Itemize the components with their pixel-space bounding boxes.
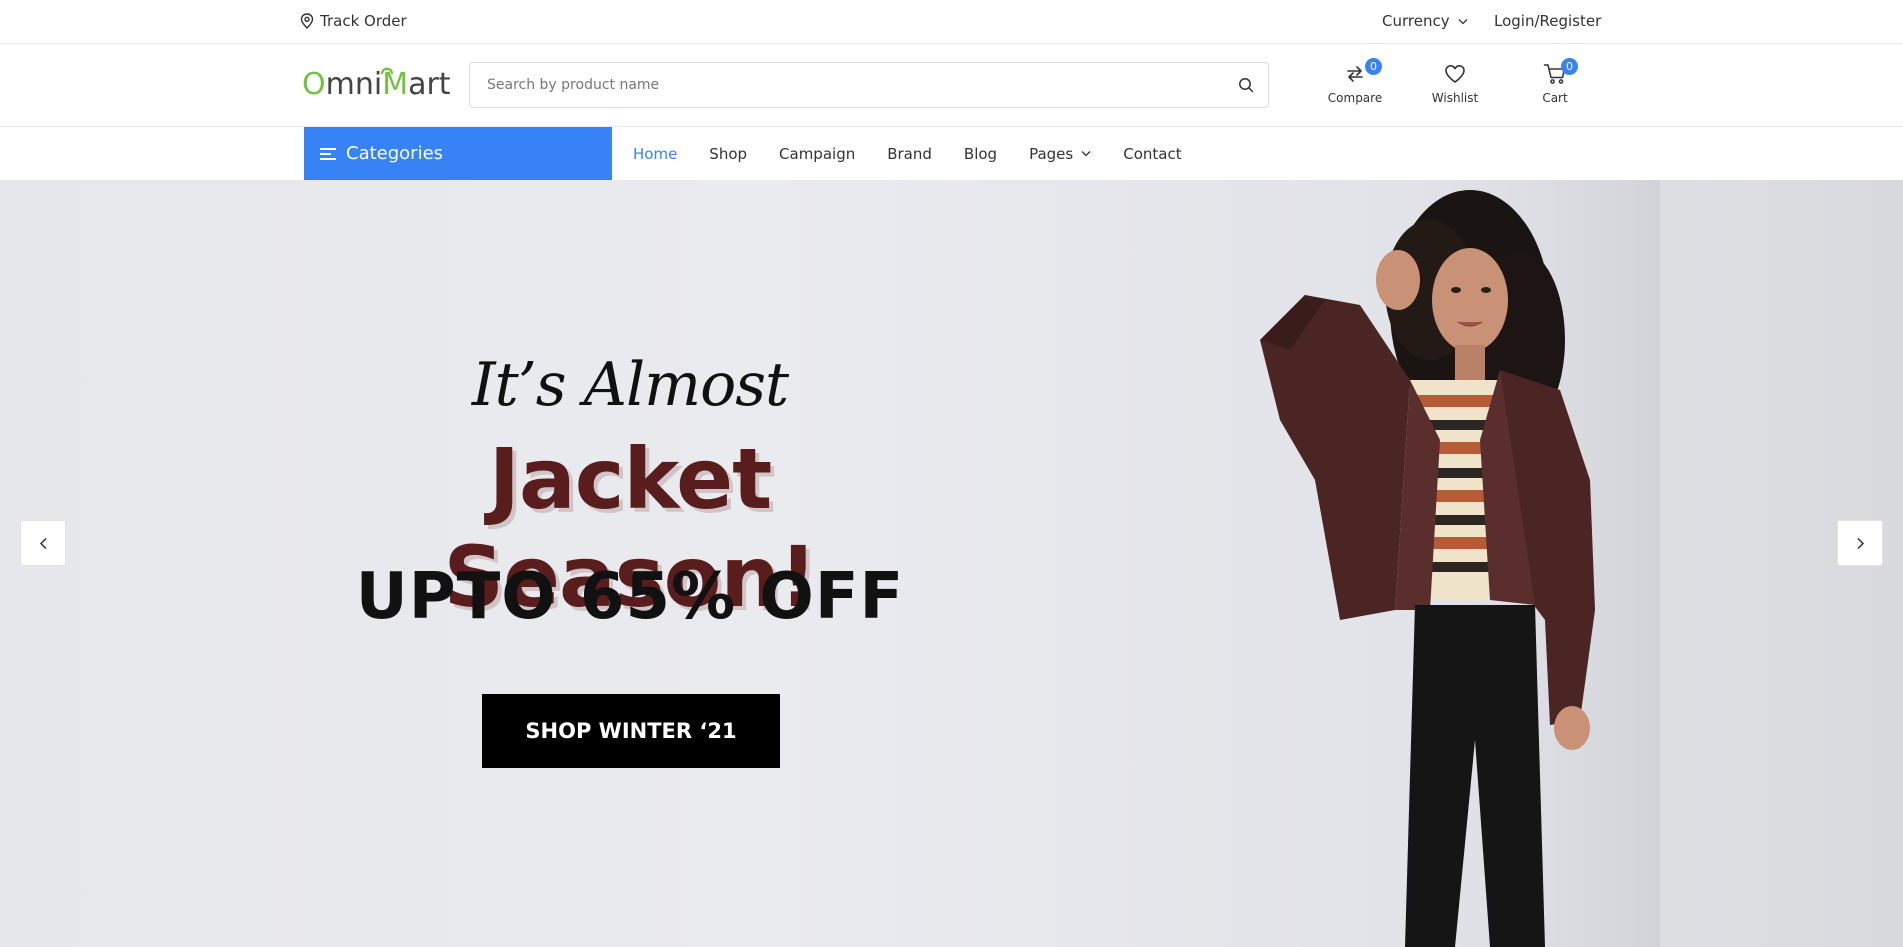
track-order-link[interactable]: Track Order: [300, 0, 407, 42]
search-icon: [1239, 78, 1254, 93]
cart-button[interactable]: 0 Cart: [1515, 58, 1595, 105]
search-input[interactable]: [470, 63, 1224, 107]
nav-item-home[interactable]: Home: [633, 145, 677, 163]
shop-now-button[interactable]: SHOP WINTER ‘21: [482, 694, 780, 768]
nav-item-pages-label: Pages: [1029, 144, 1074, 163]
logo-letter-o: O: [302, 67, 326, 102]
main-navigation: Categories Home Shop Campaign Brand Blog…: [0, 127, 1903, 180]
menu-lines-icon: [320, 147, 336, 160]
chevron-right-icon: [1856, 537, 1864, 549]
hero-slider: It’s Almost Jacket Season! UPTO 65% OFF …: [0, 180, 1903, 947]
nav-item-blog-label: Blog: [963, 144, 998, 163]
nav-item-blog[interactable]: Blog: [964, 145, 997, 163]
hero-discount-text: UPTO 65% OFF: [355, 560, 905, 634]
compare-button[interactable]: 0 Compare: [1315, 58, 1395, 105]
wishlist-button[interactable]: Wishlist: [1415, 61, 1495, 105]
nav-item-campaign-label: Campaign: [779, 144, 856, 163]
nav-item-shop-label: Shop: [709, 144, 748, 163]
currency-dropdown[interactable]: Currency: [1382, 0, 1468, 42]
nav-menu: Home Shop Campaign Brand Blog Pages Cont…: [633, 127, 1214, 180]
cart-label: Cart: [1542, 91, 1568, 105]
login-register-link[interactable]: Login/Register: [1494, 0, 1601, 42]
logo-bag-icon: [380, 67, 394, 75]
hero-headline-small: It’s Almost: [471, 350, 789, 420]
heart-icon: [1445, 65, 1465, 83]
location-pin-icon: [300, 13, 314, 29]
slider-next-button[interactable]: [1837, 520, 1883, 566]
compare-count-badge: 0: [1365, 58, 1382, 75]
nav-item-pages[interactable]: Pages: [1029, 145, 1091, 163]
hero-model-image: [1260, 180, 1660, 947]
logo-text-art: art: [408, 67, 451, 102]
nav-item-brand-label: Brand: [887, 144, 932, 163]
chevron-down-icon: [1458, 18, 1468, 24]
chevron-down-icon: [1081, 151, 1091, 157]
search-button[interactable]: [1224, 63, 1268, 107]
main-header: OmniMart 0 Compare Wishlist: [0, 44, 1903, 127]
categories-button[interactable]: Categories: [304, 127, 612, 180]
search-bar: [469, 62, 1269, 108]
cart-count-badge: 0: [1561, 58, 1578, 75]
nav-item-campaign[interactable]: Campaign: [779, 145, 855, 163]
wishlist-label: Wishlist: [1431, 91, 1479, 105]
nav-item-brand[interactable]: Brand: [887, 145, 932, 163]
compare-icon: [1347, 66, 1363, 82]
top-bar: Track Order Currency Login/Register: [0, 0, 1903, 44]
compare-label: Compare: [1327, 91, 1383, 105]
nav-item-contact[interactable]: Contact: [1123, 145, 1181, 163]
nav-item-shop[interactable]: Shop: [709, 145, 747, 163]
currency-label: Currency: [1382, 12, 1450, 30]
nav-item-contact-label: Contact: [1123, 144, 1182, 163]
categories-label: Categories: [346, 143, 444, 164]
slider-prev-button[interactable]: [20, 520, 66, 566]
chevron-left-icon: [39, 537, 47, 549]
nav-item-home-label: Home: [633, 144, 678, 163]
track-order-label: Track Order: [320, 12, 407, 30]
